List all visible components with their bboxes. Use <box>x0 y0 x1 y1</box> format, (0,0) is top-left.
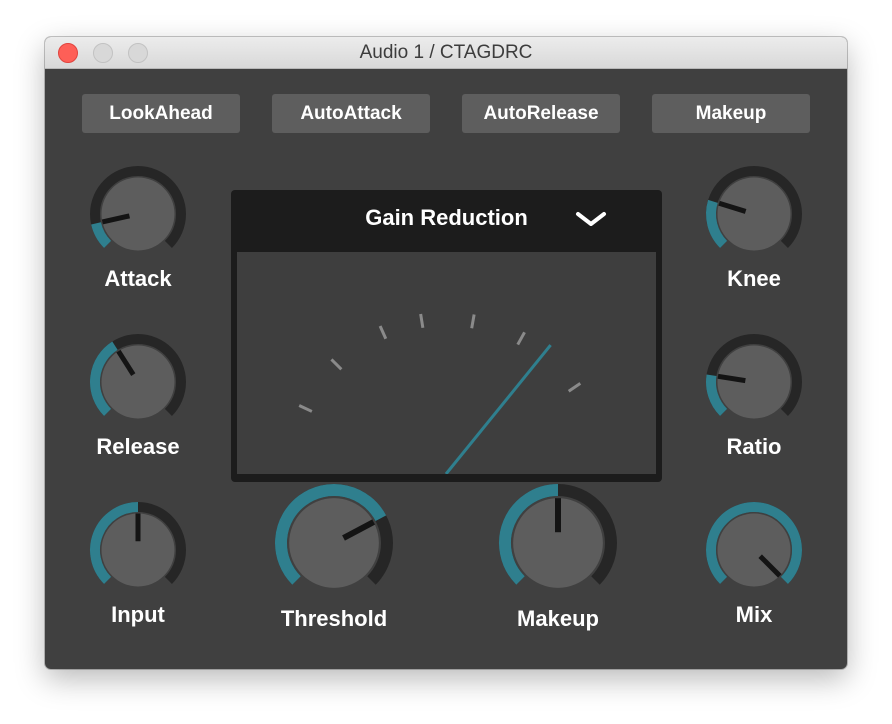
release-label: Release <box>96 434 180 459</box>
meter-tick <box>330 358 343 371</box>
meter-tick <box>470 314 476 329</box>
knob-body <box>101 177 175 251</box>
meter-tick <box>419 313 425 329</box>
meter-mode-dropdown[interactable]: Gain Reduction <box>231 190 662 248</box>
meter-needle <box>444 344 552 474</box>
meter-tick <box>516 331 526 346</box>
threshold-label: Threshold <box>280 606 388 631</box>
plugin-window: Audio 1 / CTAGDRC LookAhead AutoAttack A… <box>45 37 847 669</box>
knob-body <box>289 498 379 588</box>
title-bar[interactable]: Audio 1 / CTAGDRC <box>45 37 847 69</box>
gain-reduction-meter: Gain Reduction <box>231 190 662 482</box>
ratio-label: Ratio <box>726 434 782 459</box>
meter-tick <box>298 404 313 413</box>
release-knob[interactable] <box>86 330 190 434</box>
window-title: Audio 1 / CTAGDRC <box>359 42 533 63</box>
mix-knob[interactable] <box>702 498 806 602</box>
meter-face <box>237 252 656 474</box>
ratio-knob[interactable] <box>702 330 806 434</box>
knob-body <box>101 345 175 419</box>
knob-body <box>717 177 791 251</box>
makeup-toggle[interactable]: Makeup <box>652 94 810 133</box>
chevron-down-icon[interactable] <box>571 204 611 232</box>
attack-knob[interactable] <box>86 162 190 266</box>
attack-label: Attack <box>104 266 172 291</box>
knee-knob[interactable] <box>702 162 806 266</box>
autoattack-toggle[interactable]: AutoAttack <box>272 94 430 133</box>
meter-tick <box>567 382 582 393</box>
mix-label: Mix <box>735 602 773 627</box>
makeup-label: Makeup <box>517 606 599 631</box>
autorelease-toggle[interactable]: AutoRelease <box>462 94 620 133</box>
input-label: Input <box>111 602 165 627</box>
knob-body <box>717 345 791 419</box>
knee-label: Knee <box>727 266 781 291</box>
meter-tick <box>378 325 388 340</box>
threshold-knob[interactable] <box>271 480 397 606</box>
input-knob[interactable] <box>86 498 190 602</box>
lookahead-toggle[interactable]: LookAhead <box>82 94 240 133</box>
makeup-knob[interactable] <box>495 480 621 606</box>
compressor-panel: LookAhead AutoAttack AutoRelease Makeup … <box>45 69 847 669</box>
